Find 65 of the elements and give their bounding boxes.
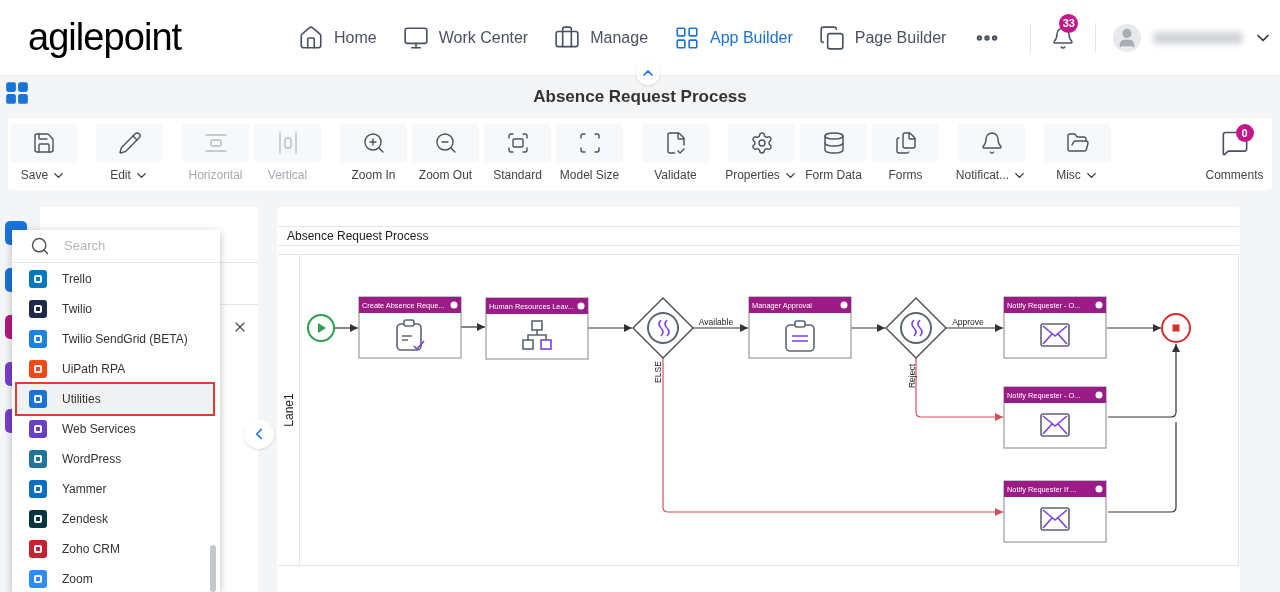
collapse-panel-button[interactable] bbox=[244, 419, 274, 449]
envelope-icon bbox=[1040, 413, 1070, 437]
speech-bubble-icon bbox=[1220, 129, 1249, 157]
bell-icon bbox=[979, 131, 1004, 155]
comment-count: 0 bbox=[1235, 124, 1254, 142]
gateway[interactable] bbox=[884, 296, 948, 360]
menu-item[interactable]: UiPath RPA bbox=[17, 354, 213, 384]
menu-item[interactable]: Web Services bbox=[17, 414, 213, 444]
nav-link[interactable]: App Builder bbox=[674, 24, 793, 51]
zoom-out-icon bbox=[433, 131, 458, 155]
database-icon bbox=[821, 131, 846, 155]
pencil-icon bbox=[117, 131, 142, 155]
menu-item[interactable]: WordPress bbox=[17, 444, 213, 474]
notification-count: 33 bbox=[1059, 13, 1079, 33]
menu-item[interactable]: Trello bbox=[17, 264, 213, 294]
monitor-icon bbox=[402, 24, 429, 51]
search-field[interactable]: Search bbox=[64, 236, 184, 256]
menu-item[interactable]: Yammer bbox=[17, 474, 213, 504]
folder-icon bbox=[1065, 131, 1090, 155]
comments-button[interactable]: 0 Comments bbox=[1201, 124, 1268, 184]
envelope-icon bbox=[1040, 323, 1070, 347]
nav-link[interactable]: Home bbox=[298, 24, 377, 51]
files-icon bbox=[893, 131, 918, 155]
menu-item[interactable]: Zendesk bbox=[17, 504, 213, 534]
scrollbar[interactable] bbox=[210, 545, 216, 592]
menu-item[interactable]: Twilio SendGrid (BETA) bbox=[17, 324, 213, 354]
page-title: Absence Request Process bbox=[533, 86, 747, 109]
menu-item[interactable]: Twilio bbox=[17, 294, 213, 324]
nav-link[interactable]: Work Center bbox=[402, 24, 529, 51]
house-icon bbox=[298, 24, 324, 51]
search-icon bbox=[30, 236, 50, 256]
clipboard-list-icon bbox=[785, 320, 815, 352]
zoom-in-icon bbox=[361, 131, 386, 155]
end-event[interactable] bbox=[1161, 313, 1191, 343]
horizontal-layout-icon bbox=[203, 131, 228, 155]
hierarchy-icon bbox=[522, 320, 552, 350]
connector-arrow[interactable] bbox=[333, 324, 359, 332]
connector-arrow[interactable] bbox=[460, 323, 486, 331]
grid-icon bbox=[674, 24, 701, 51]
edge-label: Available bbox=[698, 317, 734, 327]
apps-grid-icon[interactable] bbox=[4, 80, 30, 106]
lane-label: Lane1 bbox=[280, 393, 297, 427]
edge-label: Reject bbox=[907, 363, 917, 389]
envelope-icon bbox=[1040, 507, 1070, 531]
edge-label: ELSE bbox=[653, 361, 663, 383]
nav-link[interactable]: Manage bbox=[554, 24, 649, 51]
process-header: Absence Request Process bbox=[278, 226, 1239, 246]
connector-arrow[interactable] bbox=[692, 324, 749, 332]
frame-icon bbox=[505, 131, 530, 155]
logo: agilepoint bbox=[28, 15, 183, 60]
clipboard-check-icon bbox=[396, 319, 425, 351]
menu-item[interactable]: Zoom bbox=[17, 564, 213, 592]
connector-arrow[interactable] bbox=[1106, 324, 1162, 332]
connector-arrow[interactable] bbox=[850, 324, 886, 332]
menu-item[interactable]: Zoho CRM bbox=[17, 534, 213, 564]
menu-item[interactable]: Utilities bbox=[17, 384, 213, 414]
bell-icon bbox=[1051, 25, 1076, 50]
edge-label: Approve bbox=[952, 317, 984, 327]
corners-icon bbox=[577, 131, 602, 155]
start-event[interactable] bbox=[307, 314, 335, 342]
nav-link[interactable]: Page Builder bbox=[818, 24, 947, 51]
gateway[interactable] bbox=[631, 296, 695, 360]
connector-arrow[interactable] bbox=[587, 324, 633, 332]
copy-icon bbox=[818, 24, 845, 51]
notifications-button[interactable] bbox=[1051, 25, 1076, 50]
